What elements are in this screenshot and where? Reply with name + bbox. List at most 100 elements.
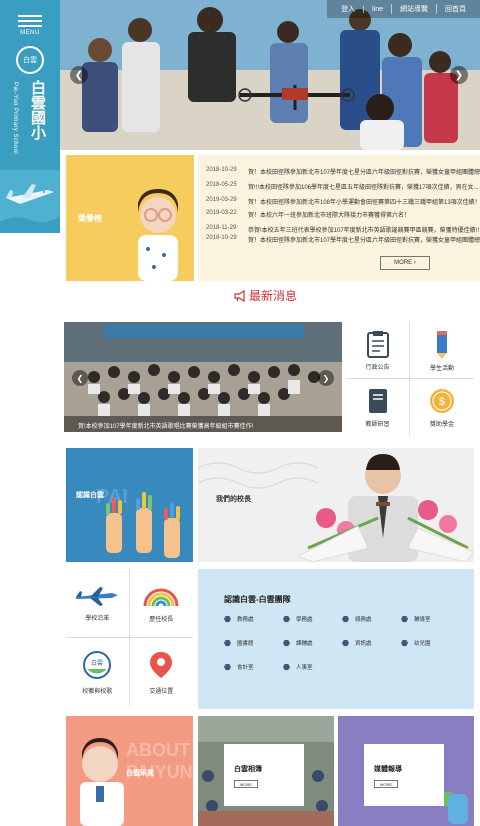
honor-item[interactable]: 2018-05-25 賀!!!本校田徑隊參加106學年度七星區五年級田徑隊對抗賽，… [206, 182, 479, 191]
hexagon-icon [401, 615, 408, 623]
honor-item[interactable]: 2018-11-29 恭賀!本校五年三班代表學校參加107年度新北市英語歌謠競賽甲… [206, 225, 479, 234]
team-section: 認識白雲-白雲團隊 教務處 學務處 總務處 輔導室 圖書館 課輔處 資訊處 幼兒… [198, 569, 474, 709]
honor-card[interactable]: 榮譽榜 [66, 155, 194, 281]
campus-style-label: 白雲采風 [126, 770, 154, 777]
hexagon-icon [283, 639, 290, 647]
news-slideshow[interactable]: ❮ ❯ 賀!本校參加107學年度新北市英語歌唱比賽榮獲高年級組市賽佳作! [64, 322, 342, 432]
principal-label: 我們的校長 [216, 496, 251, 503]
news-prev-button[interactable]: ❮ [72, 370, 88, 386]
team-item-kindergarten[interactable]: 幼兒園 [401, 639, 460, 647]
hands-illustration: PAI [66, 448, 193, 562]
principal-photo [198, 448, 474, 562]
chevron-left-icon: ❮ [74, 69, 84, 81]
chevron-right-icon: ❯ [454, 69, 464, 81]
team-item-general-affairs[interactable]: 總務處 [342, 615, 401, 623]
quick-link-announcements[interactable]: 行政公告 [346, 322, 410, 379]
home-link[interactable]: 回首頁 [436, 4, 474, 14]
media-more-button[interactable]: MORE [374, 780, 398, 788]
quick-links-grid: 行政公告 學生活動 教師研習 $ 獎助學金 [346, 322, 474, 436]
svg-text:$: $ [439, 396, 445, 408]
hero-next-button[interactable]: ❯ [450, 66, 468, 84]
book-icon [368, 389, 387, 413]
hero-photo [60, 0, 480, 150]
feature-emblem-song[interactable]: 白雲 校徽與校歌 [66, 638, 130, 707]
svg-text:ABOUT: ABOUT [126, 740, 190, 760]
honor-label: 榮譽榜 [78, 214, 102, 223]
menu-button[interactable]: MENU [18, 12, 42, 36]
team-title: 認識白雲-白雲團隊 [224, 595, 291, 604]
features-grid: 學校沿革 歷任校長 白雲 校徽與校歌 交通位置 [66, 569, 193, 707]
hexagon-icon [224, 663, 231, 671]
quick-link-student-activities[interactable]: 學生活動 [410, 322, 474, 379]
rainbow-icon [143, 588, 179, 606]
hexagon-icon [283, 663, 290, 671]
hexagon-icon [342, 615, 349, 623]
school-name-zh: 白雲國小 [29, 80, 46, 140]
team-list: 教務處 學務處 總務處 輔導室 圖書館 課輔處 資訊處 幼兒園 會計室 人事室 [224, 615, 460, 671]
megaphone-icon [234, 289, 245, 302]
location-pin-icon [150, 652, 173, 678]
principal-card[interactable]: 我們的校長 [198, 448, 474, 562]
login-link[interactable]: 登入 [333, 4, 363, 14]
campus-style-card[interactable]: ABOUT PAIYUN 白雲采風 [66, 716, 193, 826]
about-card[interactable]: PAI 認識白雲 [66, 448, 193, 562]
emblem-icon: 白雲 [83, 651, 112, 679]
honor-list: 2018-10-29 賀！本校田徑隊參加新北市107學年度七星分區六年級田徑對抗賽… [198, 155, 480, 281]
chevron-right-icon: › [413, 260, 416, 266]
team-item-tutoring[interactable]: 課輔處 [283, 639, 342, 647]
chevron-right-icon: ❯ [322, 373, 330, 383]
feature-past-principals[interactable]: 歷任校長 [129, 569, 193, 638]
team-item-counseling[interactable]: 輔導室 [401, 615, 460, 623]
media-report-card[interactable]: 媒體報導 MORE [338, 716, 474, 826]
feature-school-history[interactable]: 學校沿革 [66, 569, 130, 638]
clipboard-icon [366, 330, 389, 358]
hexagon-icon [224, 615, 231, 623]
honor-item[interactable]: 2019-03-29 賀！本校田徑隊參加新北市108年小學運動會田徑賽第四十三鐵三… [206, 197, 480, 206]
team-item-accounting[interactable]: 會計室 [224, 663, 283, 671]
album-box: 白雲相簿 MORE [224, 744, 304, 806]
news-caption: 賀!本校參加107學年度新北市英語歌唱比賽榮獲高年級組市賽佳作! [64, 416, 342, 432]
album-more-button[interactable]: MORE [234, 780, 258, 788]
team-item-library[interactable]: 圖書館 [224, 639, 283, 647]
school-name-en: Pai-Yun Primary School [12, 82, 18, 155]
news-next-button[interactable]: ❯ [318, 370, 334, 386]
media-box: 媒體報導 MORE [364, 744, 444, 806]
feature-transportation[interactable]: 交通位置 [130, 638, 194, 707]
honor-item[interactable]: 2018-10-29 賀！本校田徑隊參加新北市107學年度七星分區六年級田徑對抗賽… [206, 167, 480, 176]
honor-more-button[interactable]: MORE › [380, 256, 430, 270]
coin-icon: $ [430, 389, 454, 413]
chevron-left-icon: ❮ [76, 373, 84, 383]
team-item-it[interactable]: 資訊處 [342, 639, 401, 647]
quick-link-teacher-training[interactable]: 教師研習 [346, 379, 410, 436]
photo-album-card[interactable]: 白雲相簿 MORE [198, 716, 334, 826]
media-title: 媒體報導 [374, 766, 402, 773]
hexagon-icon [342, 639, 349, 647]
top-navigation: 登入 line 網站導覽 回首頁 [327, 0, 480, 18]
honor-item[interactable]: 2018-10-29 賀！本校田徑隊參加新北市107學年度七星分區六年級田徑對抗賽… [206, 235, 480, 244]
quick-link-scholarships[interactable]: $ 獎助學金 [410, 379, 474, 436]
hexagon-icon [401, 639, 408, 647]
pencil-icon [437, 330, 447, 359]
team-item-academic[interactable]: 教務處 [224, 615, 283, 623]
hero-banner: 登入 line 網站導覽 回首頁 ❮ ❯ [60, 0, 480, 150]
airplane-illustration [0, 170, 60, 233]
honor-item[interactable]: 2019-03-22 賀！本校六年一班參加新北市班際大隊接力市賽獲得第六名！ [206, 210, 410, 219]
hexagon-icon [283, 615, 290, 623]
news-heading[interactable]: 最新消息 [234, 287, 297, 304]
girl-illustration [138, 189, 178, 281]
about-label: 認識白雲 [76, 492, 104, 499]
menu-label: MENU [20, 30, 40, 36]
team-item-personnel[interactable]: 人事室 [283, 663, 342, 671]
page: MENU 白雲 白雲國小 Pai-Yun Primary School 登入 l… [0, 0, 480, 826]
sidebar: MENU 白雲 白雲國小 Pai-Yun Primary School [0, 0, 60, 233]
svg-text:白雲: 白雲 [91, 659, 103, 667]
airplane-icon [76, 586, 119, 606]
line-link[interactable]: line [363, 5, 391, 13]
hamburger-icon [18, 15, 42, 17]
album-title: 白雲相簿 [234, 766, 262, 773]
hexagon-icon [224, 639, 231, 647]
hero-prev-button[interactable]: ❮ [70, 66, 88, 84]
team-item-student-affairs[interactable]: 學務處 [283, 615, 342, 623]
sitemap-link[interactable]: 網站導覽 [391, 4, 436, 14]
school-logo[interactable]: 白雲 [16, 46, 44, 74]
